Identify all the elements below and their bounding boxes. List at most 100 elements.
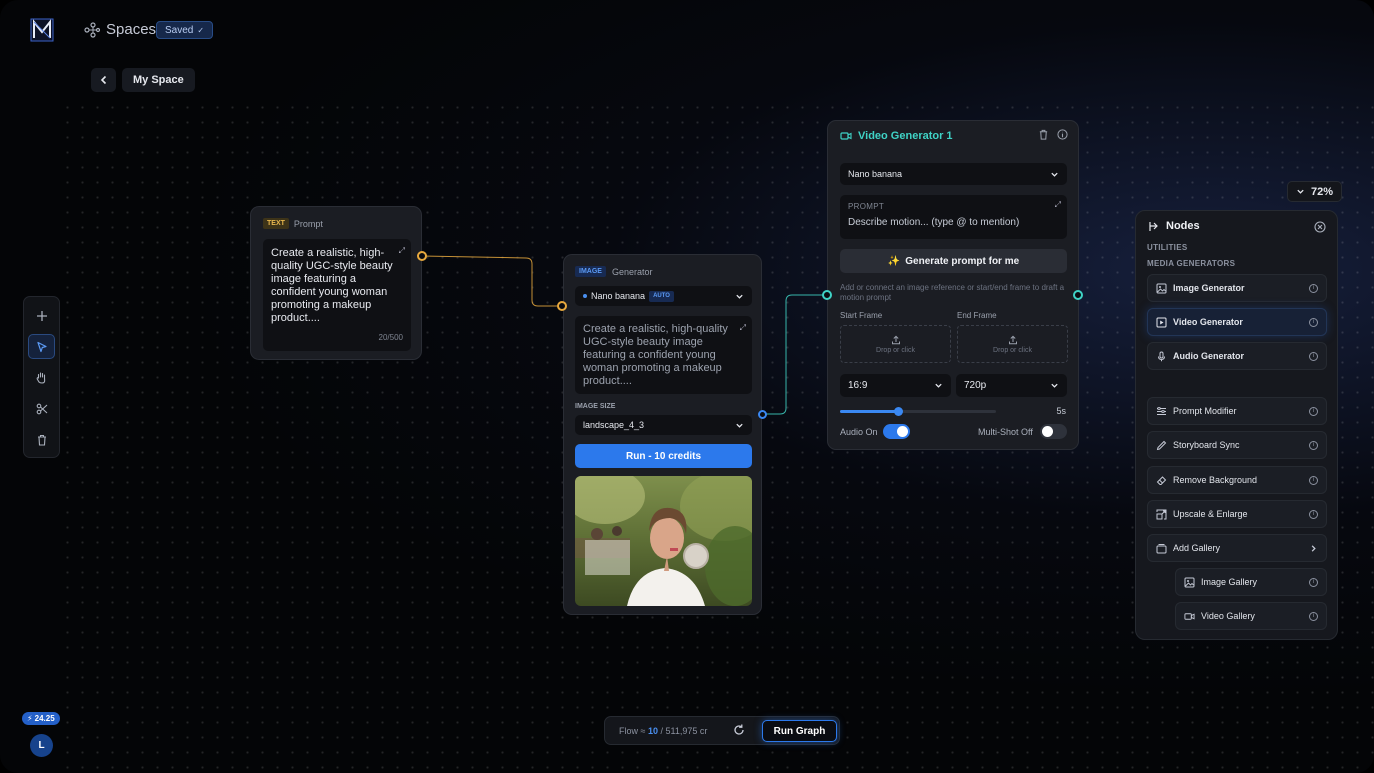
info-icon[interactable]: i: [1309, 283, 1318, 293]
video-output-port[interactable]: [1073, 290, 1083, 300]
chevron-down-icon: [935, 383, 942, 388]
multishot-toggle[interactable]: [1040, 424, 1067, 439]
node-header: IMAGE Generator: [575, 266, 652, 277]
node-item-video-generator[interactable]: Video Generator i: [1147, 308, 1327, 336]
duration-value: 5s: [1056, 406, 1066, 416]
node-item-image-gallery[interactable]: Image Gallery i: [1175, 568, 1327, 596]
upload-icon: [1008, 335, 1017, 344]
prompt-text: Create a realistic, high-quality UGC-sty…: [583, 323, 728, 387]
node-item-prompt-modifier[interactable]: Prompt Modifier i: [1147, 397, 1327, 425]
flow-bar: Flow ≈ 10 / 511,975 cr Run Graph: [604, 716, 840, 745]
multishot-label: Multi-Shot Off: [978, 427, 1033, 437]
duration-slider[interactable]: [840, 407, 996, 416]
image-size-select[interactable]: landscape_4_3: [575, 415, 752, 435]
graph-canvas[interactable]: Spaces Saved ✓ My Space ⚡ 24.25 L TEXT P…: [0, 0, 1374, 773]
generated-image-preview[interactable]: [575, 476, 752, 606]
prompt-label: PROMPT: [848, 202, 885, 211]
chevron-down-icon: [1297, 189, 1304, 194]
image-input-port[interactable]: [557, 301, 567, 311]
info-icon[interactable]: i: [1309, 475, 1318, 485]
node-item-image-generator[interactable]: Image Generator i: [1147, 274, 1327, 302]
reset-button[interactable]: [732, 723, 746, 742]
cursor-icon: [36, 341, 47, 352]
node-type-tag: IMAGE: [575, 266, 606, 277]
user-avatar[interactable]: L: [30, 734, 53, 757]
back-button[interactable]: [91, 68, 116, 92]
sparkle-icon: ✨: [887, 255, 901, 267]
plus-icon: [36, 310, 47, 321]
start-frame-label: Start Frame: [840, 311, 883, 320]
aspect-ratio-select[interactable]: 16:9: [840, 374, 951, 397]
zoom-control[interactable]: 72%: [1287, 181, 1343, 202]
info-icon[interactable]: i: [1309, 406, 1318, 416]
eraser-icon: [1156, 475, 1167, 485]
info-icon[interactable]: i: [1309, 611, 1318, 621]
node-header: TEXT Prompt: [263, 218, 323, 229]
node-item-audio-generator[interactable]: Audio Generator i: [1147, 342, 1327, 370]
resolution-select[interactable]: 720p: [956, 374, 1067, 397]
expand-icon[interactable]: ⤢: [1055, 200, 1061, 210]
node-item-video-gallery[interactable]: Video Gallery i: [1175, 602, 1327, 630]
image-icon: [1184, 577, 1195, 587]
section-utilities: UTILITIES: [1147, 243, 1188, 252]
model-select[interactable]: Nano banana AUTO: [575, 286, 752, 306]
run-graph-button[interactable]: Run Graph: [762, 720, 837, 742]
app-logo[interactable]: [30, 18, 54, 42]
motion-prompt-input[interactable]: ⤢ PROMPT Describe motion... (type @ to m…: [840, 195, 1067, 239]
node-item-remove-background[interactable]: Remove Background i: [1147, 466, 1327, 494]
info-icon[interactable]: [1057, 129, 1068, 140]
refresh-icon: [734, 724, 744, 735]
expand-icon[interactable]: ⤢: [740, 321, 746, 334]
hand-tool-button[interactable]: [28, 365, 55, 390]
text-output-port[interactable]: [417, 251, 427, 261]
upscale-icon: [1156, 509, 1167, 519]
node-label: Generator: [611, 266, 653, 277]
spaces-title[interactable]: Spaces: [84, 21, 156, 38]
generate-prompt-button[interactable]: ✨ Generate prompt for me: [840, 249, 1067, 273]
prompt-placeholder: Describe motion... (type @ to mention): [848, 217, 1020, 228]
info-icon[interactable]: i: [1309, 509, 1318, 519]
prompt-text: Create a realistic, high-quality UGC-sty…: [271, 247, 393, 324]
info-icon[interactable]: i: [1309, 351, 1318, 361]
section-media-generators: MEDIA GENERATORS: [1147, 259, 1236, 268]
select-tool-button[interactable]: [28, 334, 55, 359]
end-frame-dropzone[interactable]: Drop or click: [957, 325, 1068, 363]
info-icon[interactable]: i: [1309, 440, 1318, 450]
audio-toggle[interactable]: [883, 424, 910, 439]
text-prompt-node[interactable]: TEXT Prompt ⤢ Create a realistic, high-q…: [250, 206, 422, 360]
cut-tool-button[interactable]: [28, 396, 55, 421]
add-tool-button[interactable]: [28, 303, 55, 328]
sliders-icon: [1157, 406, 1166, 415]
video-model-select[interactable]: Nano banana: [840, 163, 1067, 185]
delete-tool-button[interactable]: [28, 427, 55, 452]
prompt-textarea[interactable]: ⤢ Create a realistic, high-quality UGC-s…: [263, 239, 411, 351]
credits-badge[interactable]: ⚡ 24.25: [22, 712, 60, 725]
breadcrumb-my-space[interactable]: My Space: [122, 68, 195, 92]
graph-icon: [84, 21, 100, 38]
saved-status-badge[interactable]: Saved ✓: [156, 21, 214, 39]
duration-slider-fill: [840, 410, 898, 413]
info-icon[interactable]: i: [1309, 577, 1318, 587]
video-input-port[interactable]: [822, 290, 832, 300]
chevron-left-icon: [100, 75, 106, 85]
run-node-button[interactable]: Run - 10 credits: [575, 444, 752, 468]
image-generator-node[interactable]: IMAGE Generator Nano banana AUTO ⤢ Creat…: [563, 254, 762, 615]
trash-icon[interactable]: [1038, 129, 1049, 140]
node-item-upscale-enlarge[interactable]: Upscale & Enlarge i: [1147, 500, 1327, 528]
close-panel-button[interactable]: [1314, 220, 1326, 238]
info-icon[interactable]: i: [1309, 317, 1318, 327]
pen-icon: [1156, 440, 1167, 450]
duration-slider-thumb[interactable]: [893, 407, 903, 416]
node-label: Prompt: [293, 218, 323, 229]
video-generator-node[interactable]: Video Generator 1 Nano banana ⤢ PROMPT D…: [827, 120, 1079, 450]
image-prompt-textarea[interactable]: ⤢ Create a realistic, high-quality UGC-s…: [575, 316, 752, 394]
start-frame-dropzone[interactable]: Drop or click: [840, 325, 951, 363]
node-item-add-gallery[interactable]: Add Gallery: [1147, 534, 1327, 562]
flow-count: 10: [647, 726, 658, 736]
expand-icon[interactable]: ⤢: [399, 244, 405, 257]
node-item-storyboard-sync[interactable]: Storyboard Sync i: [1147, 431, 1327, 459]
image-output-port[interactable]: [758, 410, 767, 419]
trash-icon: [37, 434, 46, 446]
video-icon: [1156, 317, 1167, 327]
image-size-label: IMAGE SIZE: [575, 403, 616, 410]
